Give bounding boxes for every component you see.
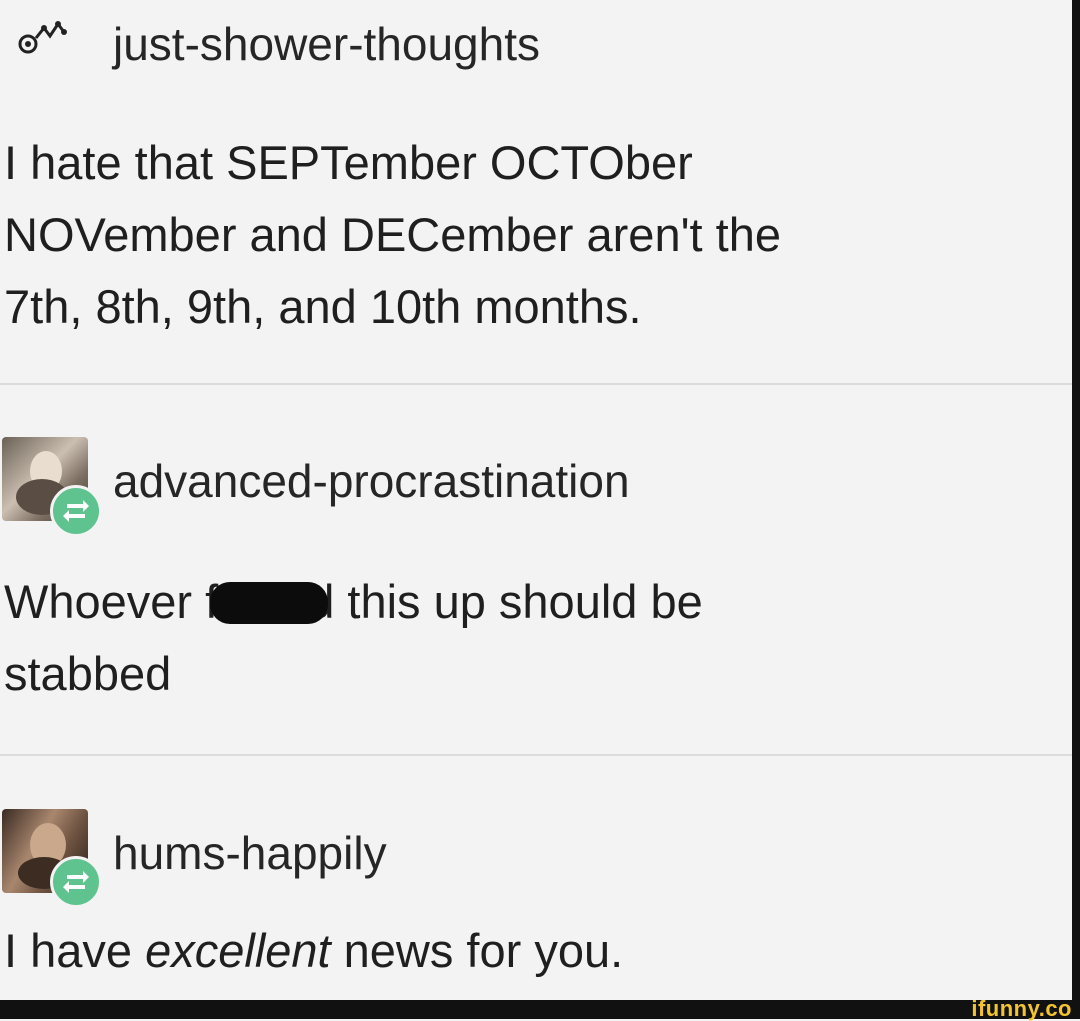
watermark-bar: ifunny.co xyxy=(0,996,1080,1021)
nodes-icon xyxy=(10,10,90,60)
post-body: I hate that SEPTember OCTOber NOVember a… xyxy=(4,127,781,343)
text-fragment: news for you. xyxy=(330,924,624,977)
original-post: just-shower-thoughts I hate that SEPTemb… xyxy=(0,0,1072,383)
post-body-line: 7th, 8th, 9th, and 10th months. xyxy=(4,280,642,333)
reblog-username[interactable]: hums-happily xyxy=(113,827,387,879)
reblog-body-line: Whoever f d this up should be xyxy=(4,566,703,638)
reblog-body-line: stabbed xyxy=(4,647,172,700)
right-border xyxy=(1072,0,1080,1000)
emphasis-text: excellent xyxy=(145,924,331,977)
reblog-post: hums-happily I have excellent news for y… xyxy=(0,755,1072,1000)
text-fragment: I have xyxy=(4,924,146,977)
censor-bar xyxy=(210,582,329,624)
reblog-icon xyxy=(50,856,102,908)
reblog-post: advanced-procrastination Whoever f d this… xyxy=(0,384,1072,754)
text-fragment: Whoever f xyxy=(4,575,219,628)
post-body-line: NOVember and DECember aren't the xyxy=(4,208,782,261)
reblog-icon xyxy=(50,485,102,537)
reblog-username[interactable]: advanced-procrastination xyxy=(113,455,630,507)
post-username[interactable]: just-shower-thoughts xyxy=(113,18,540,70)
reblog-body: Whoever f d this up should be stabbed xyxy=(4,566,703,710)
screenshot-canvas: just-shower-thoughts I hate that SEPTemb… xyxy=(0,0,1080,1021)
text-fragment: d this up should be xyxy=(308,575,703,628)
watermark: ifunny.co xyxy=(971,996,1072,1021)
post-body-line: I hate that SEPTember OCTOber xyxy=(4,136,693,189)
reblog-body: I have excellent news for you. xyxy=(4,915,623,987)
